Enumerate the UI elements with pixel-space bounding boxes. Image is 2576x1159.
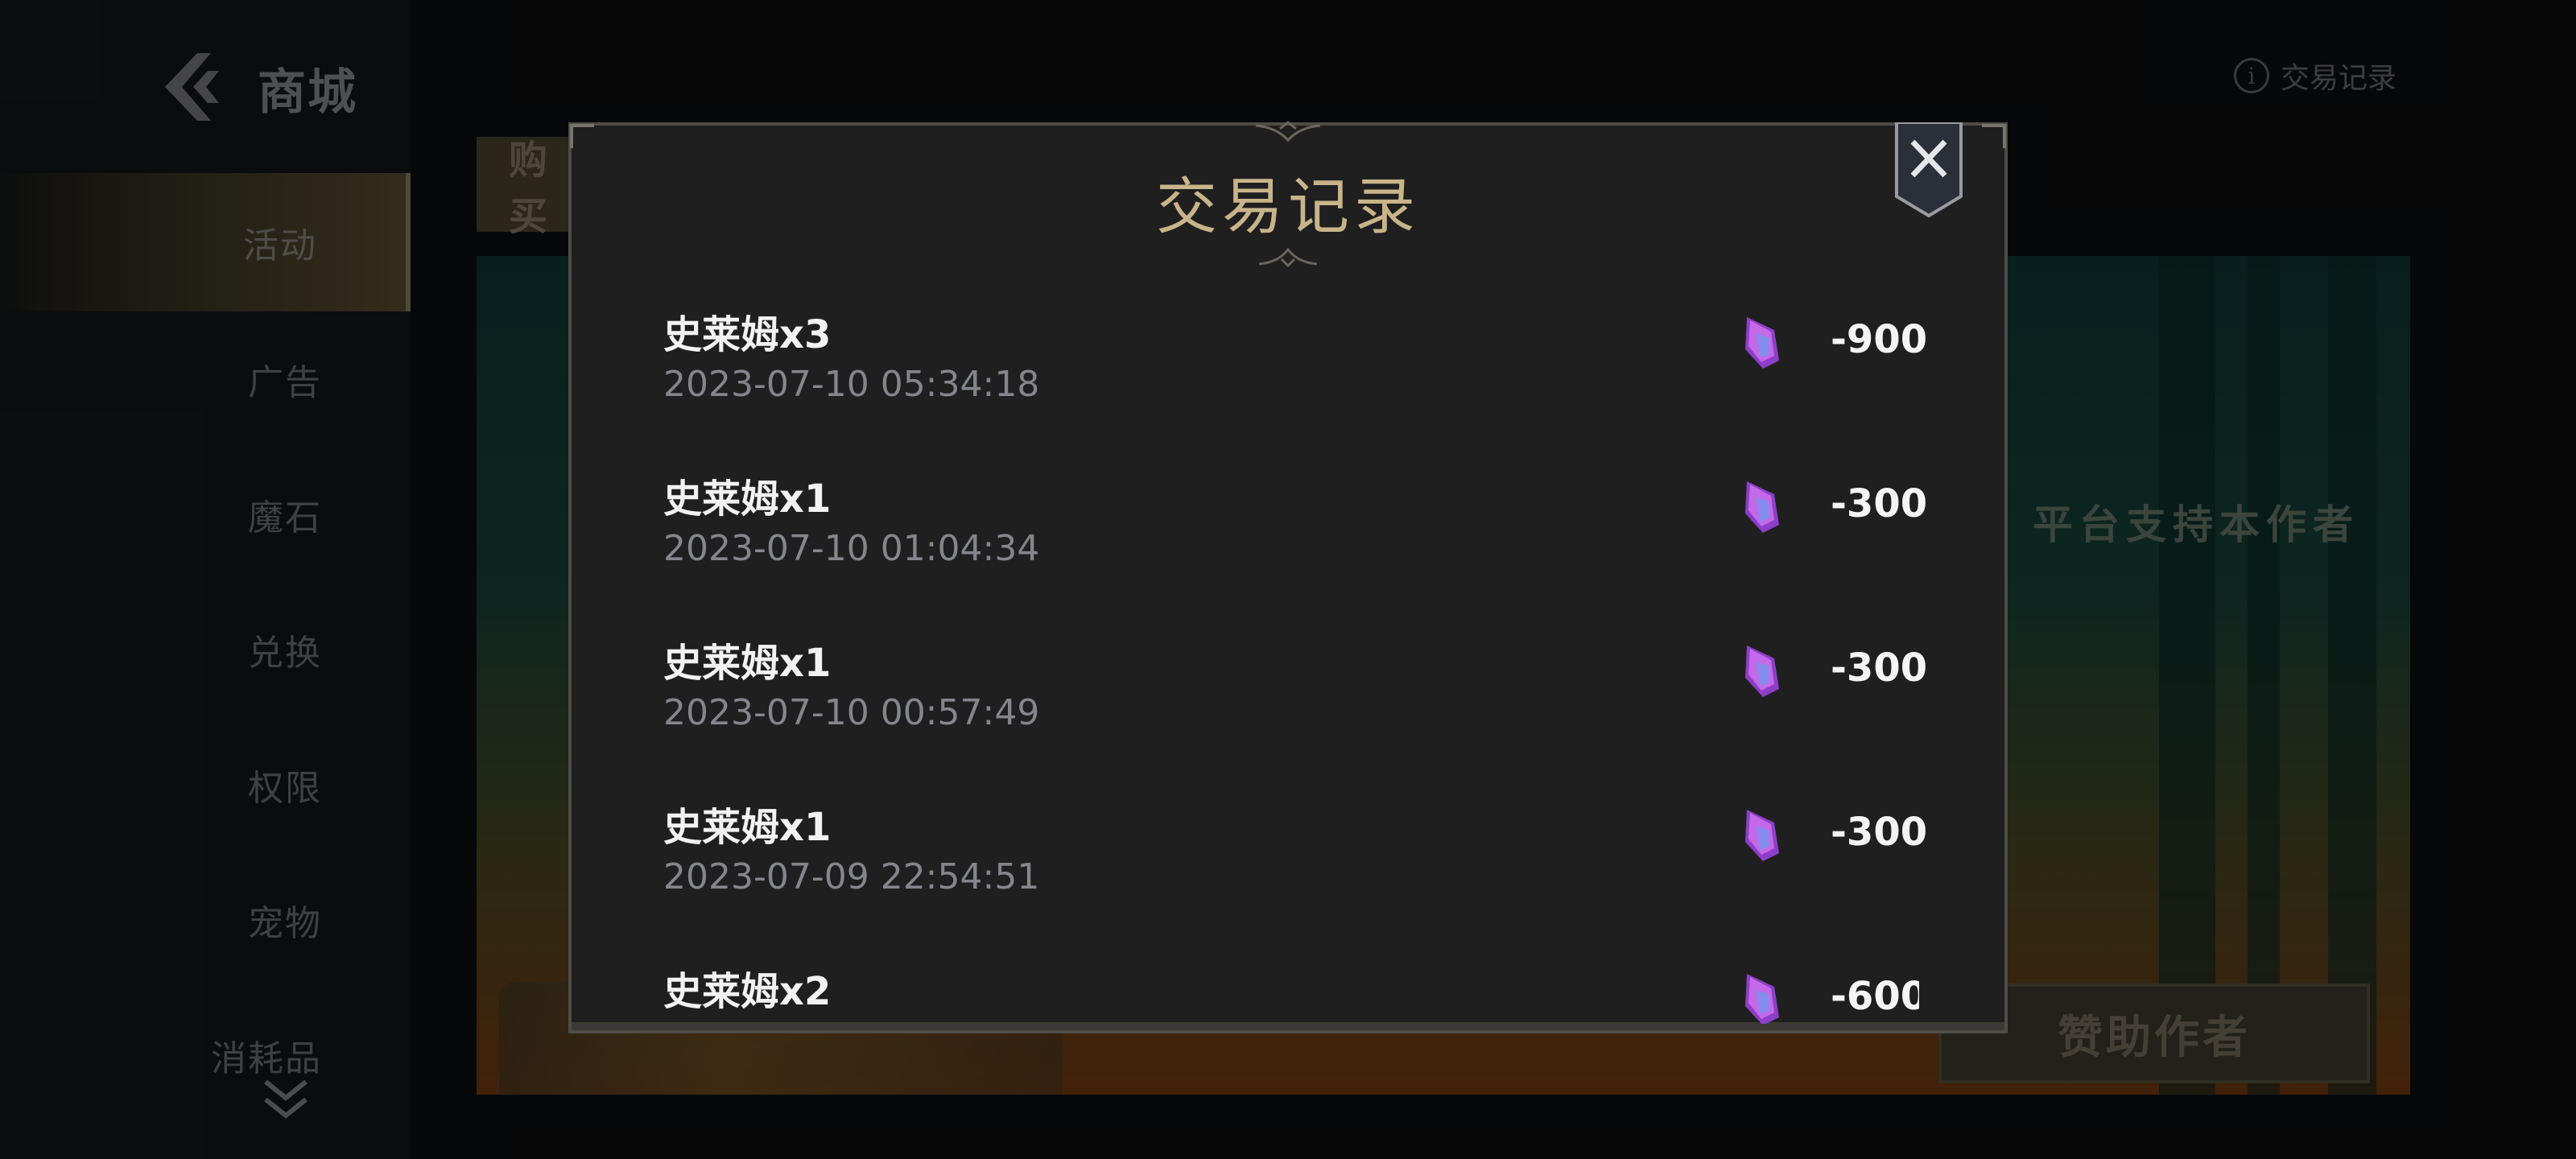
transaction-time: 2023-07-10 01:04:34 [663, 528, 1040, 569]
title-divider-ornament-icon [1258, 247, 1318, 268]
item-name: 史莱姆x3 [663, 312, 832, 357]
amount: -300 [1831, 481, 1928, 526]
list-item: 史莱姆x2 -600 [663, 959, 1919, 1024]
amount: -300 [1831, 645, 1928, 691]
magic-stone-gem-icon [1745, 810, 1779, 861]
list-item: 史莱姆x3 2023-07-10 05:34:18 -900 [663, 303, 1927, 423]
amount: -600 [1831, 974, 1919, 1019]
amount: -300 [1831, 810, 1928, 855]
list-item: 史莱姆x1 2023-07-10 00:57:49 -300 [663, 631, 1927, 752]
item-name: 史莱姆x1 [663, 641, 832, 686]
corner-ornament-icon [570, 124, 594, 148]
transaction-time: 2023-07-10 05:34:18 [663, 364, 1040, 405]
item-name: 史莱姆x1 [663, 476, 832, 522]
list-item: 史莱姆x1 2023-07-10 01:04:34 -300 [663, 467, 1927, 588]
close-icon[interactable] [1893, 122, 1964, 219]
transaction-time: 2023-07-10 00:57:49 [663, 692, 1040, 733]
magic-stone-gem-icon [1745, 645, 1779, 697]
list-item: 史莱姆x1 2023-07-09 22:54:51 -300 [663, 795, 1927, 916]
item-name: 史莱姆x1 [663, 805, 832, 850]
dialog-title: 交易记录 [1156, 171, 1420, 242]
transaction-time: 2023-07-09 22:54:51 [663, 856, 1040, 897]
corner-ornament-icon [1982, 124, 2006, 148]
amount: -900 [1831, 317, 1928, 362]
magic-stone-gem-icon [1745, 481, 1779, 533]
magic-stone-gem-icon [1745, 974, 1779, 1024]
item-name: 史莱姆x2 [663, 969, 832, 1014]
top-ornament-icon [1255, 121, 1321, 142]
magic-stone-gem-icon [1745, 317, 1779, 369]
